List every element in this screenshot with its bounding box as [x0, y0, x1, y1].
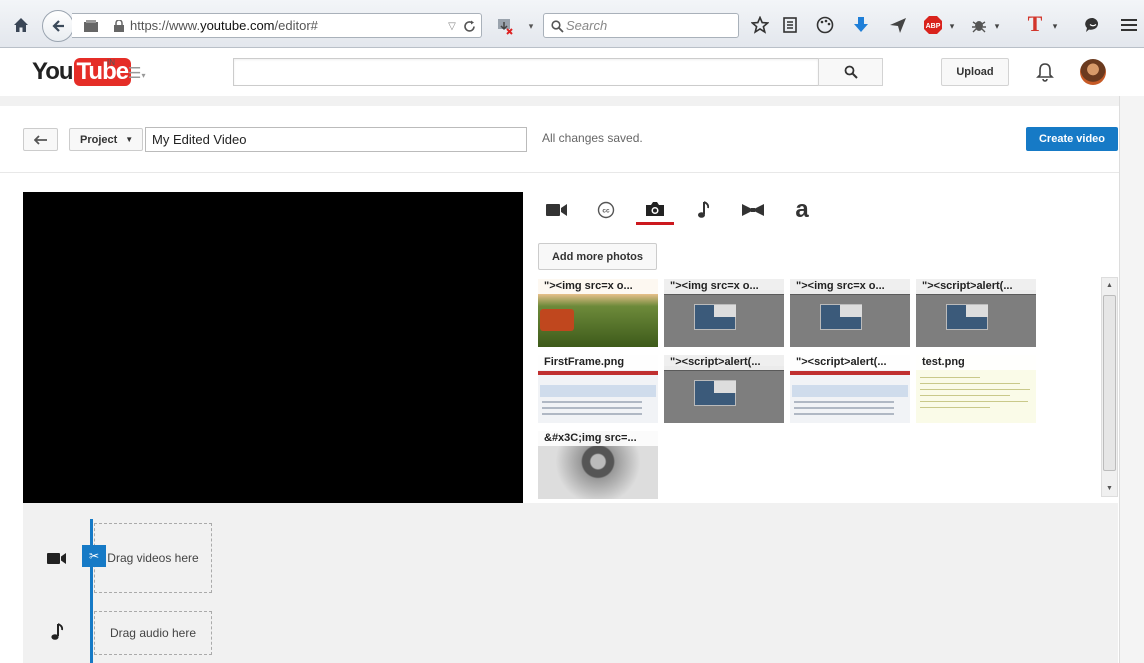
photo-label: FirstFrame.png [538, 355, 658, 370]
photo-label: "><script>alert(... [664, 355, 784, 370]
search-placeholder: Search [566, 18, 608, 33]
youtube-search-input[interactable] [233, 58, 818, 86]
camera-icon [646, 201, 664, 216]
photo-item[interactable]: "><script>alert(... [664, 355, 784, 423]
logo-tube: Tube [73, 58, 132, 86]
audio-drop-zone[interactable]: Drag audio here [94, 611, 212, 655]
photo-item[interactable]: test.png [916, 355, 1036, 423]
back-arrow-icon [33, 134, 47, 145]
url-path: /editor# [274, 18, 318, 33]
music-note-icon [698, 201, 710, 218]
scroll-down-icon[interactable]: ▼ [1102, 481, 1117, 496]
project-dropdown-button[interactable]: Project ▼ [69, 128, 143, 151]
tab-titles[interactable]: a [783, 195, 821, 225]
video-camera-icon [546, 204, 567, 216]
photo-label: &#x3C;img src=... [538, 431, 658, 446]
photo-item[interactable]: "><img src=x o... [790, 279, 910, 347]
photo-item[interactable]: &#x3C;img src=... [538, 431, 658, 499]
photo-item[interactable]: "><script>alert(... [916, 279, 1036, 347]
photo-item[interactable]: "><img src=x o... [538, 279, 658, 347]
add-more-photos-button[interactable]: Add more photos [538, 243, 657, 270]
upload-button[interactable]: Upload [941, 58, 1009, 86]
youtube-logo[interactable]: You Tube [32, 58, 132, 86]
url-domain: youtube.com [200, 18, 275, 33]
toolbar-divider [0, 172, 1119, 173]
avatar[interactable] [1080, 59, 1106, 85]
logo-you: You [32, 58, 74, 85]
tab-audio[interactable] [685, 195, 723, 225]
scroll-thumb[interactable] [1103, 295, 1116, 471]
text-a-icon: a [795, 196, 809, 223]
audio-track-icon [48, 622, 66, 642]
scissors-icon[interactable]: ✂ [82, 545, 106, 567]
tab-photos[interactable] [636, 195, 674, 225]
notifications-bell-icon[interactable] [1034, 60, 1056, 84]
home-icon[interactable] [10, 14, 32, 36]
search-icon [546, 15, 568, 37]
cc-icon: cc [597, 201, 615, 219]
photo-label: "><script>alert(... [916, 279, 1036, 294]
reload-icon[interactable] [458, 15, 480, 37]
save-status: All changes saved. [542, 131, 643, 145]
bowtie-icon [742, 204, 764, 216]
send-icon[interactable] [887, 14, 909, 36]
video-preview[interactable] [23, 192, 523, 503]
adblock-caret-icon[interactable]: ▾ [941, 15, 963, 37]
photo-item[interactable]: FirstFrame.png [538, 355, 658, 423]
bookmark-star-icon[interactable] [749, 14, 771, 36]
video-drop-zone[interactable]: Drag videos here [94, 523, 212, 593]
editor-back-button[interactable] [23, 128, 58, 151]
chat-icon[interactable] [1082, 14, 1104, 36]
download-arrow-icon[interactable] [850, 14, 872, 36]
tab-videos[interactable] [538, 195, 576, 225]
page-scrollbar[interactable] [1119, 48, 1144, 663]
url-text[interactable]: https://www.youtube.com/editor# [130, 18, 318, 33]
tab-transitions[interactable] [734, 195, 772, 225]
search-icon [844, 65, 858, 79]
photos-scrollbar[interactable]: ▲ ▼ [1101, 277, 1118, 497]
guide-menu-button[interactable]: ☰▾ [128, 64, 145, 82]
svg-text:ABP: ABP [926, 23, 941, 30]
svg-text:cc: cc [602, 208, 610, 215]
t-caret-icon[interactable]: ▾ [1044, 15, 1066, 37]
video-track-icon [46, 549, 68, 567]
palette-icon[interactable] [814, 14, 836, 36]
tab-captions[interactable]: cc [587, 195, 625, 225]
photo-label: "><img src=x o... [664, 279, 784, 294]
scroll-up-icon[interactable]: ▲ [1102, 278, 1117, 293]
photo-item[interactable]: "><script>alert(... [790, 355, 910, 423]
photo-item[interactable]: "><img src=x o... [664, 279, 784, 347]
photo-label: test.png [916, 355, 1036, 370]
chevron-down-icon: ▼ [125, 135, 134, 144]
header-divider-strip [0, 96, 1119, 106]
browser-back-button[interactable] [42, 10, 74, 42]
project-title-input[interactable] [145, 127, 527, 152]
youtube-search-button[interactable] [818, 58, 883, 86]
playhead[interactable] [90, 519, 93, 663]
url-prefix: https://www. [130, 18, 201, 33]
create-video-button[interactable]: Create video [1026, 127, 1118, 151]
photo-label: "><img src=x o... [790, 279, 910, 294]
download-manager-icon[interactable] [494, 15, 516, 37]
page-icon [80, 15, 102, 37]
photo-label: "><script>alert(... [790, 355, 910, 370]
lock-icon[interactable] [108, 15, 130, 37]
project-label: Project [80, 133, 118, 146]
dropdown-caret-icon[interactable]: ▾ [520, 15, 542, 37]
menu-icon[interactable] [1118, 14, 1140, 36]
text-t-icon[interactable]: T [1024, 11, 1046, 36]
reading-list-icon[interactable] [779, 14, 801, 36]
logo-region: IN [107, 58, 115, 67]
bug-caret-icon[interactable]: ▾ [986, 15, 1008, 37]
photo-label: "><img src=x o... [538, 279, 658, 294]
url-bar[interactable]: https://www.youtube.com/editor# ▽ [72, 13, 482, 38]
browser-search-field[interactable]: Search [543, 13, 739, 38]
